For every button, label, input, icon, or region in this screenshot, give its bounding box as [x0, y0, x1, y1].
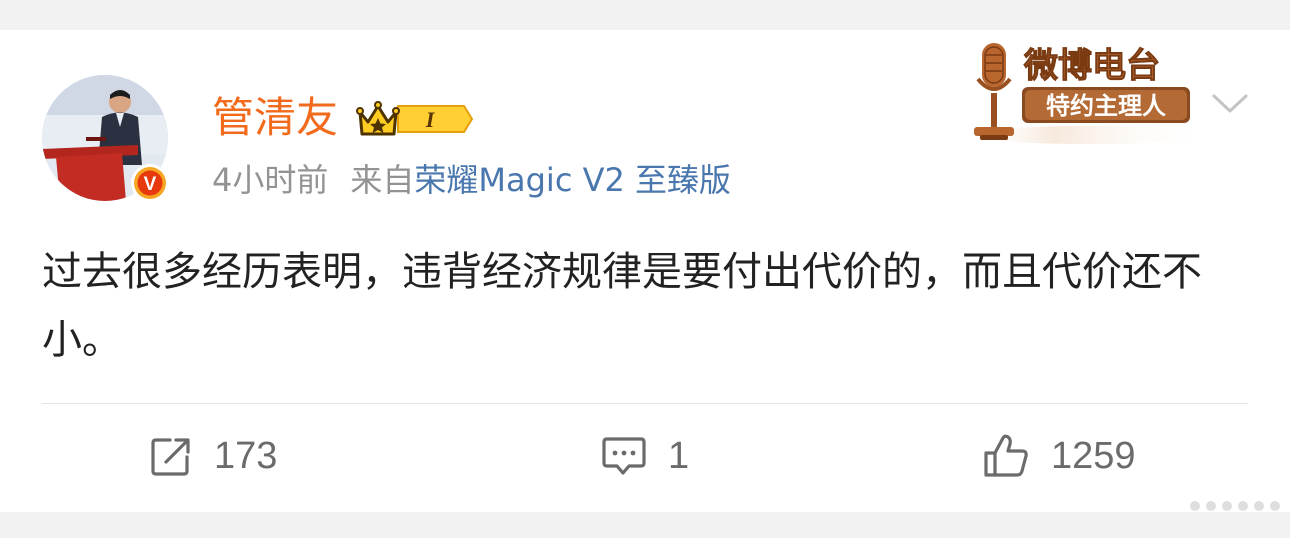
divider	[42, 403, 1248, 404]
watermark-dot	[1270, 501, 1280, 511]
comment-icon	[602, 437, 646, 475]
svg-text:特约主理人: 特约主理人	[1046, 92, 1166, 120]
comment-count: 1	[668, 434, 690, 477]
verified-badge-icon: V	[131, 164, 169, 202]
post-meta: 4小时前 来自荣耀Magic V2 至臻版	[212, 158, 731, 202]
device-link[interactable]: 荣耀Magic V2 至臻版	[414, 161, 731, 199]
watermark-dot	[1222, 501, 1232, 511]
svg-text:微博电台: 微博电台	[1023, 46, 1160, 86]
forward-count: 173	[214, 434, 278, 477]
svg-text:I: I	[425, 107, 436, 132]
chevron-down-icon[interactable]	[1210, 88, 1250, 118]
watermark-dot	[1254, 501, 1264, 511]
watermark-dot	[1206, 501, 1216, 511]
weibo-post-card: V 管清友 I 4小时前 来自荣耀Magic V2 至臻版 微博电台 特约主理人…	[0, 30, 1290, 512]
forward-button[interactable]: 173	[150, 426, 277, 486]
watermark-dots	[1190, 496, 1282, 516]
post-text: 过去很多经历表明，违背经济规律是要付出代价的，而且代价还不小。	[42, 249, 1202, 363]
thumbs-up-icon	[984, 434, 1028, 477]
like-count: 1259	[1051, 434, 1136, 477]
comment-button[interactable]: 1	[602, 426, 689, 486]
svg-text:V: V	[144, 174, 157, 195]
post-time: 4小时前	[212, 161, 329, 199]
like-button[interactable]: 1259	[983, 426, 1136, 486]
weibo-radio-host-badge-icon[interactable]: 微博电台 特约主理人	[940, 35, 1202, 153]
watermark-dot	[1238, 501, 1248, 511]
bottom-gap	[0, 512, 1290, 538]
source-prefix: 来自	[350, 161, 415, 199]
username[interactable]: 管清友	[212, 90, 338, 146]
level-crown-badge-icon[interactable]: I	[356, 98, 474, 140]
share-edit-icon	[151, 438, 190, 476]
watermark-dot	[1190, 501, 1200, 511]
